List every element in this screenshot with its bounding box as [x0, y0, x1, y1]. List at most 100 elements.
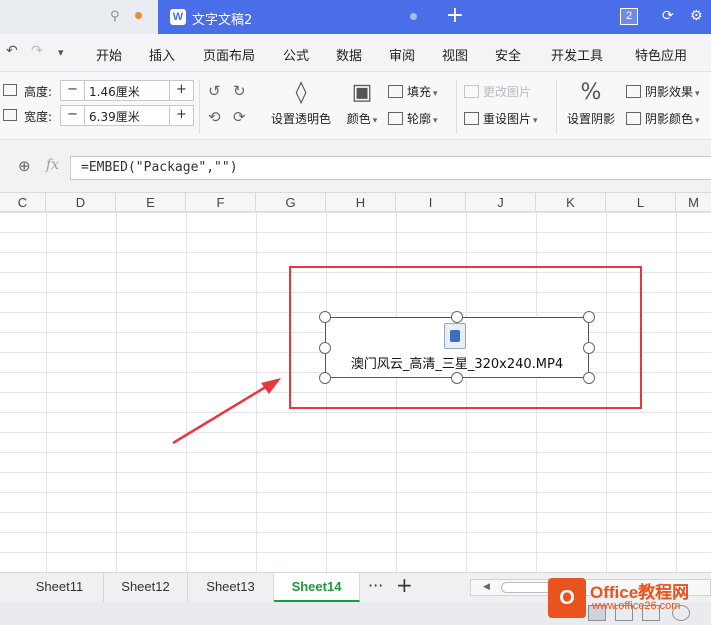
reset-picture-button[interactable]: 重设图片 ▾: [464, 110, 538, 127]
shadow-color-button[interactable]: 阴影颜色 ▾: [626, 110, 700, 127]
active-document-tab[interactable]: W 文字文稿2: [158, 0, 428, 34]
column-header-c[interactable]: C: [0, 193, 46, 213]
column-header-h[interactable]: H: [326, 193, 396, 213]
column-header-i[interactable]: I: [396, 193, 466, 213]
menu-formulas[interactable]: 公式: [283, 45, 309, 64]
reset-picture-label: 重设图片: [483, 112, 532, 126]
resize-handle-top-left[interactable]: [319, 311, 331, 323]
unsaved-dot-icon: [135, 12, 142, 19]
picture-tools-toolbar: 高度: − 1.46厘米 + 宽度: − 6.39厘米 + ↺ ↻ ⟲ ⟳ ◊ …: [0, 72, 711, 140]
sheet-tab-sheet13[interactable]: Sheet13: [188, 573, 274, 602]
flip-vertical-icon[interactable]: ⟲: [208, 108, 221, 126]
column-header-k[interactable]: K: [536, 193, 606, 213]
height-value[interactable]: 1.46厘米: [89, 83, 140, 100]
set-shadow-button[interactable]: % 设置阴影: [561, 80, 621, 127]
zoom-search-icon[interactable]: ⊕: [18, 157, 31, 175]
chevron-down-icon: ▾: [533, 116, 538, 126]
column-header-d[interactable]: D: [46, 193, 116, 213]
sheet-tab-sheet12[interactable]: Sheet12: [104, 573, 188, 602]
set-transparent-color-button[interactable]: ◊ 设置透明色: [266, 80, 336, 127]
tab-status-dot-icon: [410, 13, 417, 20]
menu-insert[interactable]: 插入: [149, 45, 175, 64]
resize-handle-top[interactable]: [451, 311, 463, 323]
column-header-j[interactable]: J: [466, 193, 536, 213]
quick-access-dropdown-icon[interactable]: ▾: [58, 46, 64, 59]
toolbar-divider: [556, 80, 557, 134]
sheet-tab-sheet14[interactable]: Sheet14: [274, 573, 360, 602]
column-header-f[interactable]: F: [186, 193, 256, 213]
new-tab-button[interactable]: +: [428, 0, 482, 34]
ribbon-menu-bar: ↶ ↷ ▾ 开始 插入 页面布局 公式 数据 审阅 视图 安全 开发工具 特色应…: [0, 34, 711, 72]
red-arrow-annotation: [172, 378, 281, 445]
set-transparent-color-label: 设置透明色: [270, 112, 331, 126]
shadow-icon: %: [580, 80, 602, 105]
toolbar-divider: [199, 80, 200, 134]
width-decrease-button[interactable]: −: [61, 106, 85, 125]
resize-handle-bottom[interactable]: [451, 372, 463, 384]
fx-icon[interactable]: fx: [46, 157, 59, 173]
outline-button[interactable]: 轮廓 ▾: [388, 110, 438, 127]
menu-developer[interactable]: 开发工具: [551, 45, 603, 64]
rotate-left-icon[interactable]: ↺: [208, 82, 221, 100]
flip-horizontal-icon[interactable]: ⟳: [233, 108, 246, 126]
more-sheets-button[interactable]: ···: [368, 576, 383, 595]
menu-security[interactable]: 安全: [495, 45, 521, 64]
fill-label: 填充: [407, 85, 432, 99]
shadow-effect-button[interactable]: 阴影效果 ▾: [626, 83, 700, 100]
resize-handle-top-right[interactable]: [583, 311, 595, 323]
outline-icon: [388, 112, 403, 125]
reset-picture-icon: [464, 112, 479, 125]
height-decrease-button[interactable]: −: [61, 81, 85, 100]
color-label: 颜色: [346, 112, 371, 126]
rotate-right-icon[interactable]: ↻: [233, 82, 246, 100]
menu-home[interactable]: 开始: [96, 45, 122, 64]
column-header-e[interactable]: E: [116, 193, 186, 213]
change-picture-button[interactable]: 更改图片: [464, 83, 531, 100]
width-value[interactable]: 6.39厘米: [89, 108, 140, 125]
undo-icon[interactable]: ↶: [6, 43, 18, 59]
embedded-filename: 澳门风云_高清_三星_320x240.MP4: [350, 357, 564, 372]
width-increase-button[interactable]: +: [169, 106, 193, 125]
height-increase-button[interactable]: +: [169, 81, 193, 100]
resize-handle-bottom-right[interactable]: [583, 372, 595, 384]
outline-label: 轮廓: [407, 112, 432, 126]
menu-page-layout[interactable]: 页面布局: [203, 45, 255, 64]
height-stepper[interactable]: − 1.46厘米 +: [60, 80, 194, 101]
formula-input[interactable]: =EMBED("Package",""): [70, 156, 711, 180]
add-sheet-button[interactable]: +: [396, 573, 413, 597]
chevron-down-icon: ▾: [372, 116, 378, 126]
column-headers: C D E F G H I J K L M: [0, 192, 711, 213]
sync-icon[interactable]: ⟳: [662, 8, 674, 24]
fill-button[interactable]: 填充 ▾: [388, 83, 438, 100]
menu-view[interactable]: 视图: [442, 45, 468, 64]
resize-handle-right[interactable]: [583, 342, 595, 354]
redo-icon[interactable]: ↷: [31, 43, 43, 59]
tab-bar-fill: [482, 0, 711, 34]
shadow-effect-icon: [626, 85, 641, 98]
resize-handle-bottom-left[interactable]: [319, 372, 331, 384]
width-icon: [3, 109, 17, 121]
video-file-icon: [444, 323, 466, 349]
column-header-m[interactable]: M: [676, 193, 711, 213]
width-label: 宽度:: [24, 110, 53, 124]
menu-data[interactable]: 数据: [336, 45, 362, 64]
set-shadow-label: 设置阴影: [566, 112, 615, 126]
shadow-effect-label: 阴影效果: [645, 85, 694, 99]
document-title: 文字文稿2: [192, 13, 253, 28]
menu-special-apps[interactable]: 特色应用: [635, 45, 687, 64]
menu-review[interactable]: 审阅: [389, 45, 415, 64]
color-button[interactable]: ▣ 颜色 ▾: [340, 80, 384, 127]
width-stepper[interactable]: − 6.39厘米 +: [60, 105, 194, 126]
fill-icon: [388, 85, 403, 98]
sheet-tab-sheet11[interactable]: Sheet11: [16, 573, 104, 602]
resize-handle-left[interactable]: [319, 342, 331, 354]
column-header-g[interactable]: G: [256, 193, 326, 213]
previous-document-tab[interactable]: ⚲: [0, 0, 158, 34]
height-label: 高度:: [24, 85, 53, 99]
scroll-left-icon[interactable]: ◀: [483, 580, 490, 595]
column-header-l[interactable]: L: [606, 193, 676, 213]
window-count-badge[interactable]: 2: [620, 8, 638, 25]
formula-text[interactable]: =EMBED("Package",""): [81, 160, 238, 175]
pin-icon[interactable]: ⚲: [110, 9, 120, 24]
settings-icon[interactable]: ⚙: [690, 8, 703, 24]
